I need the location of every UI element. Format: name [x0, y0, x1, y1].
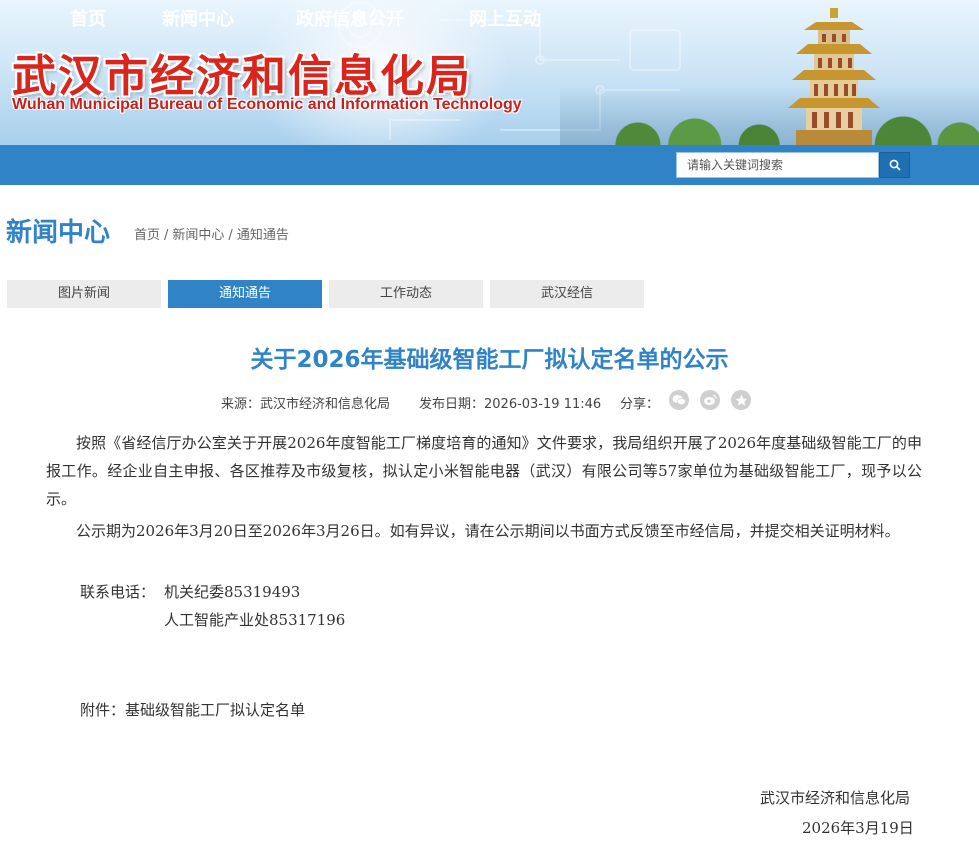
- date-label: 发布日期：: [419, 397, 485, 412]
- contact-label: 联系电话：: [80, 583, 156, 601]
- search-input[interactable]: [676, 152, 879, 178]
- nav-item-gov-info[interactable]: 政府信息公开: [296, 0, 404, 40]
- source-value: 武汉市经济和信息化局: [260, 397, 391, 412]
- share-label: 分享：: [620, 397, 660, 412]
- tab-work-updates[interactable]: 工作动态: [329, 280, 483, 308]
- source-label: 来源：: [221, 397, 261, 412]
- wechat-glyph: [672, 395, 686, 406]
- star-glyph: [735, 394, 747, 406]
- nav-item-interaction[interactable]: 网上互动: [469, 0, 541, 40]
- contact-line-2: 人工智能产业处85317196: [164, 611, 346, 629]
- search-button[interactable]: [879, 152, 910, 178]
- site-title-cn: 武汉市经济和信息化局: [12, 51, 472, 102]
- tab-notices[interactable]: 通知通告: [168, 280, 322, 308]
- favorite-icon[interactable]: [731, 390, 751, 410]
- breadcrumb-separator: /: [164, 228, 169, 243]
- weibo-glyph: [704, 394, 717, 405]
- date-value: 2026-03-19 11:46: [484, 397, 602, 412]
- attachment-link[interactable]: 附件：基础级智能工厂拟认定名单: [80, 696, 305, 724]
- search-icon: [889, 159, 901, 171]
- breadcrumb-separator: /: [228, 228, 233, 243]
- site-title-en: Wuhan Municipal Bureau of Economic and I…: [12, 96, 522, 113]
- section-title: 新闻中心: [6, 218, 111, 248]
- tab-photo-news[interactable]: 图片新闻: [7, 280, 161, 308]
- article-paragraph-2: 公示期为2026年3月20日至2026年3月26日。如有异议，请在公示期间以书面…: [76, 522, 900, 540]
- tab-wuhan-jingxin[interactable]: 武汉经信: [490, 280, 644, 308]
- breadcrumb-home[interactable]: 首页: [134, 228, 160, 243]
- wechat-icon[interactable]: [669, 390, 689, 410]
- article-title: 关于2026年基础级智能工厂拟认定名单的公示: [250, 347, 729, 373]
- yellow-crane-tower-image: [788, 8, 880, 145]
- article-paragraph-1: 按照《省经信厅办公室关于开展2026年度智能工厂梯度培育的通知》文件要求，我局组…: [46, 434, 922, 508]
- meta-date: 发布日期：2026-03-19 11:46: [419, 393, 601, 412]
- contact-line-1: 机关纪委85319493: [164, 583, 301, 601]
- breadcrumb-news[interactable]: 新闻中心: [172, 228, 224, 243]
- weibo-icon[interactable]: [700, 390, 720, 410]
- meta-source: 来源：武汉市经济和信息化局: [221, 393, 390, 412]
- signature-org: 武汉市经济和信息化局: [760, 789, 911, 807]
- breadcrumb-notices[interactable]: 通知通告: [237, 228, 289, 243]
- signature-date: 2026年3月19日: [802, 819, 914, 837]
- nav-item-home[interactable]: 首页: [70, 0, 106, 40]
- breadcrumb: 首页 / 新闻中心 / 通知通告: [134, 224, 289, 243]
- nav-item-news[interactable]: 新闻中心: [162, 0, 234, 40]
